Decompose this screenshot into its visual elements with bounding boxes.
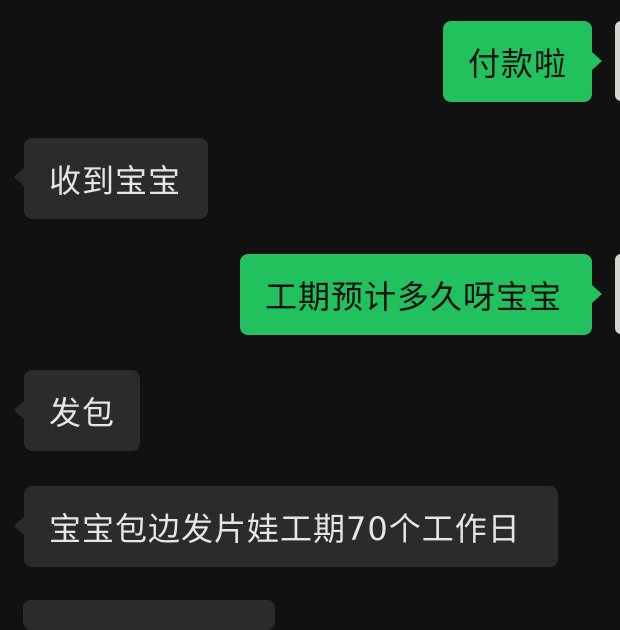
message-text: 收到宝宝 [49, 161, 182, 200]
message-text: 发包 [49, 393, 116, 432]
message-bubble-outgoing[interactable]: 付款啦 [443, 21, 592, 102]
message-bubble-incoming[interactable]: 宝宝包边发片娃工期70个工作日 [24, 486, 558, 567]
bubble-tail [14, 517, 24, 535]
message-bubble-incoming[interactable]: 收到宝宝 [24, 138, 208, 219]
message-text: 宝宝包边发片娃工期70个工作日 [49, 509, 521, 548]
avatar[interactable] [615, 21, 620, 101]
bubble-tail [14, 401, 24, 419]
message-text: 工期预计多久呀宝宝 [265, 277, 563, 316]
bubble-tail [592, 285, 602, 303]
message-bubble-incoming[interactable]: 发包 [24, 370, 140, 451]
message-text: 付款啦 [468, 44, 568, 83]
avatar[interactable] [615, 254, 620, 334]
bubble-tail [14, 168, 24, 186]
bubble-tail [592, 52, 602, 70]
message-bubble-incoming-partial[interactable] [23, 600, 275, 630]
message-bubble-outgoing[interactable]: 工期预计多久呀宝宝 [240, 254, 592, 335]
